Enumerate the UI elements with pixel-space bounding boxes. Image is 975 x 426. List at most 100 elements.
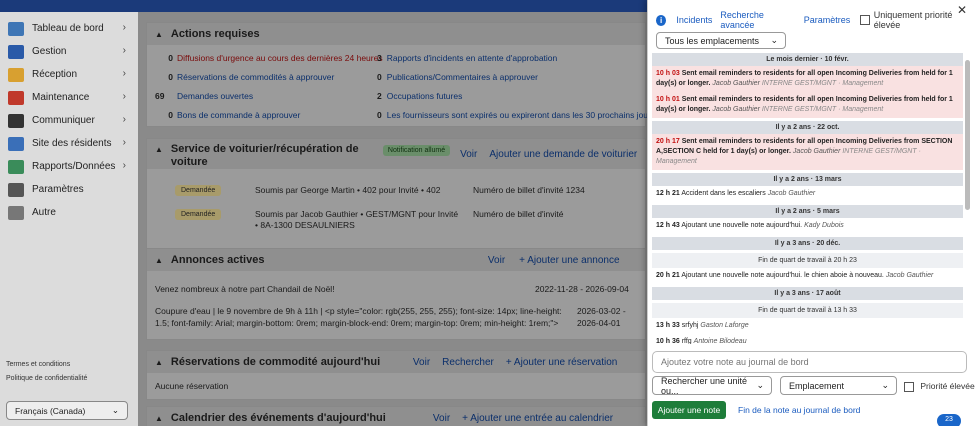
- sidebar-item-label: Réception: [32, 69, 78, 80]
- valet-add-link[interactable]: Ajouter une demande de voiturier: [489, 149, 637, 160]
- feed-scrollbar[interactable]: [965, 60, 970, 210]
- log-entry[interactable]: 10 h 03 Sent email reminders to resident…: [652, 66, 963, 92]
- logbook-panel: ✕ i Incidents Recherche avancée Paramètr…: [647, 0, 975, 426]
- sidebar-item[interactable]: Site des résidents ›: [0, 132, 138, 155]
- action-row[interactable]: 0 Diffusions d'urgence au cours des derni…: [155, 53, 382, 63]
- announcement-text[interactable]: Venez nombreux à notre part Chandail de …: [155, 283, 565, 295]
- sidebar-item[interactable]: Communiquer ›: [0, 109, 138, 132]
- note-input[interactable]: [652, 351, 967, 373]
- sidebar-item[interactable]: Réception ›: [0, 63, 138, 86]
- priority-only-label: Uniquement priorité élevée: [873, 10, 953, 30]
- actions-card: ▲ Actions requises 0 Diffusions d'urgence…: [146, 22, 655, 127]
- location-filter-select[interactable]: Tous les emplacements ⌄: [656, 32, 786, 49]
- collapse-icon[interactable]: ▲: [155, 256, 163, 265]
- collapse-icon[interactable]: ▲: [155, 414, 163, 423]
- action-label: Publications/Commentaires à approuver: [386, 72, 538, 82]
- sidebar-item-label: Tableau de bord: [32, 23, 104, 34]
- action-count: 0: [168, 53, 173, 63]
- log-entry[interactable]: 13 h 33 srfyhj Gaston Laforge: [652, 318, 963, 334]
- action-row[interactable]: 3 Rapports d'incidents en attente d'appro…: [377, 53, 557, 63]
- sidebar-item-label: Communiquer: [32, 115, 95, 126]
- collapse-icon[interactable]: ▲: [155, 145, 163, 154]
- shift-end-marker: Fin de quart de travail à 13 h 33: [652, 303, 963, 318]
- high-priority-label: Priorité élevée: [920, 381, 975, 391]
- sidebar-item[interactable]: Maintenance ›: [0, 86, 138, 109]
- collapse-icon[interactable]: ▲: [155, 358, 163, 367]
- reservations-search-link[interactable]: Rechercher: [442, 357, 494, 368]
- sidebar-item[interactable]: Paramètres: [0, 178, 138, 201]
- tab-incidents[interactable]: Incidents: [676, 15, 712, 25]
- sidebar-item[interactable]: Autre: [0, 201, 138, 224]
- log-entry-text: Ajoutant une nouvelle note aujourd'hui.: [681, 222, 803, 229]
- sidebar-nav: Tableau de bord › Gestion › Réception › Mainte…: [0, 17, 138, 224]
- priority-only-checkbox[interactable]: [860, 15, 870, 25]
- status-badge: Demandée: [175, 209, 222, 220]
- log-entry[interactable]: 10 h 01 Sent email reminders to resident…: [652, 92, 963, 118]
- announcement-text[interactable]: Coupure d'eau | le 9 novembre de 9h à 11…: [155, 305, 565, 329]
- reservations-header: ▲ Réservations de commodité aujourd'hui …: [147, 351, 645, 373]
- log-entry[interactable]: 20 h 17 Sent email reminders to resident…: [652, 134, 963, 170]
- language-select[interactable]: Français (Canada) ⌄: [6, 401, 128, 420]
- log-entry[interactable]: 12 h 21 Accident dans les escaliers Jaco…: [652, 186, 963, 202]
- tab-settings[interactable]: Paramètres: [804, 15, 851, 25]
- chevron-right-icon: ›: [122, 45, 126, 56]
- log-entry-author: Kady Dubois: [804, 222, 844, 229]
- sidebar-item-label: Gestion: [32, 46, 67, 57]
- sidebar-item[interactable]: Rapports/Données ›: [0, 155, 138, 178]
- actions-title: Actions requises: [170, 28, 260, 40]
- valet-header: ▲ Service de voiturier/récupération de v…: [147, 139, 645, 169]
- announcements-add-link[interactable]: + Ajouter une annonce: [519, 255, 619, 266]
- date-header: Il y a 2 ans · 22 oct.: [652, 121, 963, 134]
- announcements-view-link[interactable]: Voir: [488, 255, 505, 266]
- log-entry-time: 13 h 33: [656, 322, 680, 329]
- log-entry-text: rffg: [681, 338, 692, 344]
- reservations-view-link[interactable]: Voir: [413, 357, 430, 368]
- collapse-icon[interactable]: ▲: [155, 30, 163, 39]
- sidebar-item[interactable]: Gestion ›: [0, 40, 138, 63]
- reservations-card: ▲ Réservations de commodité aujourd'hui …: [146, 350, 646, 400]
- action-row[interactable]: 0 Les fournisseurs sont expirés ou expire…: [377, 110, 655, 120]
- action-label: Les fournisseurs sont expirés ou expirer…: [386, 110, 656, 120]
- chevron-right-icon: ›: [122, 160, 126, 171]
- action-row[interactable]: 0 Publications/Commentaires à approuver: [377, 72, 538, 82]
- privacy-link[interactable]: Politique de confidentialité: [6, 372, 87, 386]
- action-row[interactable]: 0 Bons de commande à approuver: [155, 110, 300, 120]
- log-entry[interactable]: 12 h 43 Ajoutant une nouvelle note aujou…: [652, 218, 963, 234]
- unit-search-select[interactable]: Rechercher une unité ou... ⌄: [652, 376, 772, 396]
- log-entry-author: Jacob Gauthier: [885, 272, 934, 279]
- valet-submitted-by: Soumis par Jacob Gauthier • GEST/MGNT po…: [255, 209, 459, 230]
- tab-advanced-search[interactable]: Recherche avancée: [720, 10, 795, 30]
- chevron-right-icon: ›: [122, 91, 126, 102]
- location-select[interactable]: Emplacement ⌄: [780, 376, 897, 395]
- sidebar-item-label: Site des résidents: [32, 138, 112, 149]
- calendar-view-link[interactable]: Voir: [433, 413, 450, 424]
- high-priority-checkbox[interactable]: [904, 381, 914, 392]
- logbook-feed[interactable]: Le mois dernier · 10 févr. 10 h 03 Sent e…: [652, 50, 963, 344]
- reservations-empty: Aucune réservation: [155, 381, 229, 391]
- log-entry-author: Gaston Laforge: [700, 322, 749, 329]
- action-row[interactable]: 0 Réservations de commodités à approuver: [155, 72, 334, 82]
- bell-icon: [8, 67, 24, 82]
- add-note-button[interactable]: Ajouter une note: [652, 401, 726, 419]
- action-row[interactable]: 69 Demandes ouvertes: [155, 91, 253, 101]
- valet-ticket: Numéro de billet d'invité 1234: [473, 185, 585, 195]
- log-entry-author: Antoine Bilodeau: [693, 338, 747, 344]
- chevron-down-icon: ⌄: [770, 35, 778, 45]
- action-row[interactable]: 2 Occupations futures: [377, 91, 462, 101]
- chevron-right-icon: ›: [122, 68, 126, 79]
- notification-count-badge[interactable]: 23: [937, 414, 961, 426]
- terms-link[interactable]: Termes et conditions: [6, 358, 87, 372]
- calendar-add-link[interactable]: + Ajouter une entrée au calendrier: [462, 413, 613, 424]
- log-entry[interactable]: 10 h 36 rffg Antoine Bilodeau: [652, 334, 963, 344]
- panel-toolbar: i Incidents Recherche avancée Paramètres…: [656, 10, 975, 30]
- sidebar-item[interactable]: Tableau de bord ›: [0, 17, 138, 40]
- reservations-add-link[interactable]: + Ajouter une réservation: [506, 357, 617, 368]
- sidebar-item-label: Autre: [32, 207, 56, 218]
- date-header: Il y a 2 ans · 13 mars: [652, 173, 963, 186]
- log-entry-time: 12 h 43: [656, 222, 680, 229]
- info-icon[interactable]: i: [656, 14, 667, 26]
- log-entry[interactable]: 20 h 21 Ajoutant une nouvelle note aujou…: [652, 268, 963, 284]
- valet-view-link[interactable]: Voir: [460, 149, 477, 160]
- shift-end-marker: Fin de quart de travail à 20 h 23: [652, 253, 963, 268]
- end-note-link[interactable]: Fin de la note au journal de bord: [738, 405, 860, 415]
